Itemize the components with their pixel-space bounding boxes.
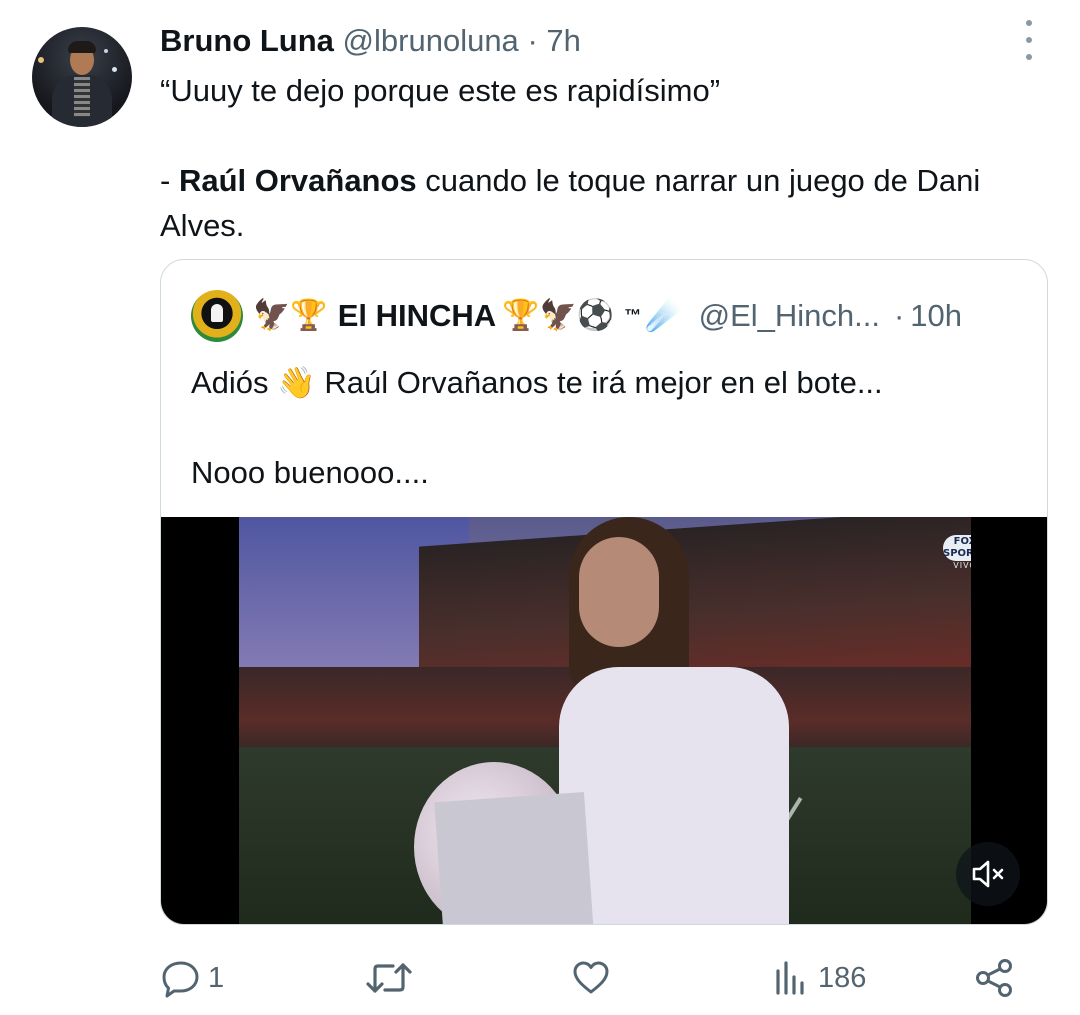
views-button[interactable]: 186	[772, 955, 866, 1001]
tweet-text: “Uuuy te dejo porque este es rapidísimo”…	[160, 68, 1040, 248]
author-name[interactable]: Bruno Luna	[160, 23, 334, 58]
video-person	[559, 667, 789, 924]
video-frame[interactable]: FOX SPORTS VIVO	[239, 517, 971, 924]
quoted-avatar[interactable]	[191, 290, 243, 342]
quoted-text: Adiós 👋 Raúl Orvañanos te irá mejor en e…	[191, 360, 1021, 495]
quoted-header: 🦅🏆 El HINCHA 🏆🦅⚽ ™ ☄️ @El_Hinch... · 10h	[253, 295, 962, 337]
comet-emoji: ☄️	[645, 299, 683, 332]
share-button[interactable]	[972, 955, 1016, 1001]
author-handle[interactable]: @lbrunoluna	[343, 23, 519, 58]
author-avatar[interactable]	[32, 27, 132, 127]
action-bar: 1 186	[160, 955, 1020, 1001]
view-count: 186	[818, 961, 867, 994]
like-icon	[573, 961, 609, 994]
like-button[interactable]	[570, 955, 618, 1001]
more-icon[interactable]	[1018, 20, 1040, 60]
quoted-line-2: Nooo buenooo....	[191, 455, 429, 490]
mute-icon[interactable]	[956, 842, 1020, 906]
tweet-time[interactable]: 7h	[546, 23, 580, 58]
share-icon	[976, 959, 1012, 997]
quoted-author-handle[interactable]: @El_Hinch...	[699, 295, 880, 337]
reply-icon	[162, 961, 199, 998]
retweet-icon	[366, 963, 412, 993]
quoted-emoji-left: 🦅🏆	[253, 299, 328, 332]
reply-button[interactable]: 1	[160, 955, 224, 1001]
mentioned-name: Raúl Orvañanos	[178, 163, 417, 198]
trademark-mark: ™	[624, 306, 642, 325]
views-icon	[776, 961, 804, 995]
quoted-author-name[interactable]: El HINCHA	[338, 295, 496, 337]
tweet-header: Bruno Luna @lbrunoluna · 7h	[160, 22, 581, 60]
header-separator: ·	[527, 23, 538, 58]
broadcaster-logo: FOX SPORTS VIVO	[943, 535, 971, 575]
quoted-time[interactable]: 10h	[910, 295, 962, 337]
quoted-separator: ·	[893, 298, 905, 333]
quoted-line-1: Adiós 👋 Raúl Orvañanos te irá mejor en e…	[191, 365, 883, 400]
tweet-line-1: “Uuuy te dejo porque este es rapidísimo”	[160, 73, 721, 108]
reply-count: 1	[208, 961, 225, 994]
quoted-emoji-right: 🏆🦅⚽	[502, 299, 615, 332]
video-player[interactable]: FOX SPORTS VIVO	[161, 517, 1047, 924]
tweet-line-2: - Raúl Orvañanos cuando le toque narrar …	[160, 163, 981, 243]
retweet-button[interactable]	[365, 955, 419, 1001]
quoted-tweet[interactable]: 🦅🏆 El HINCHA 🏆🦅⚽ ™ ☄️ @El_Hinch... · 10h…	[160, 259, 1048, 925]
